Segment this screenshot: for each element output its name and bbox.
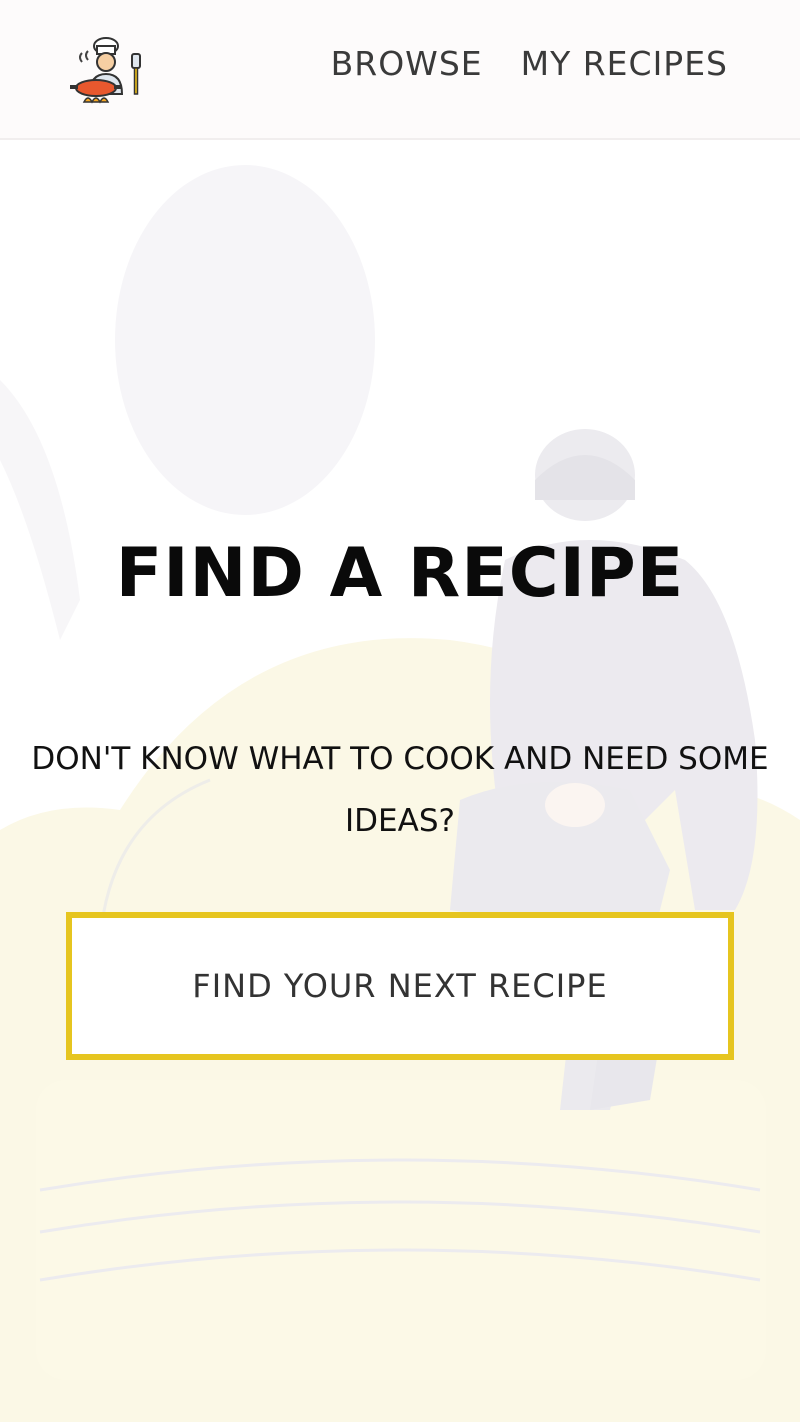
nav-link-my-recipes[interactable]: MY RECIPES <box>521 44 728 83</box>
hero-title: FIND A RECIPE <box>115 534 685 613</box>
nav-link-browse[interactable]: BROWSE <box>331 44 483 83</box>
find-recipe-button[interactable]: FIND YOUR NEXT RECIPE <box>66 912 734 1060</box>
hero-section: FIND A RECIPE DON'T KNOW WHAT TO COOK AN… <box>0 140 800 1422</box>
page: BROWSE MY RECIPES FIND A RECIPE DON'T KN… <box>0 0 800 1422</box>
main-nav: BROWSE MY RECIPES <box>331 44 728 83</box>
chef-cooking-icon[interactable] <box>68 36 148 108</box>
site-header: BROWSE MY RECIPES <box>0 0 800 140</box>
hero-subtitle: DON'T KNOW WHAT TO COOK AND NEED SOME ID… <box>31 741 769 839</box>
